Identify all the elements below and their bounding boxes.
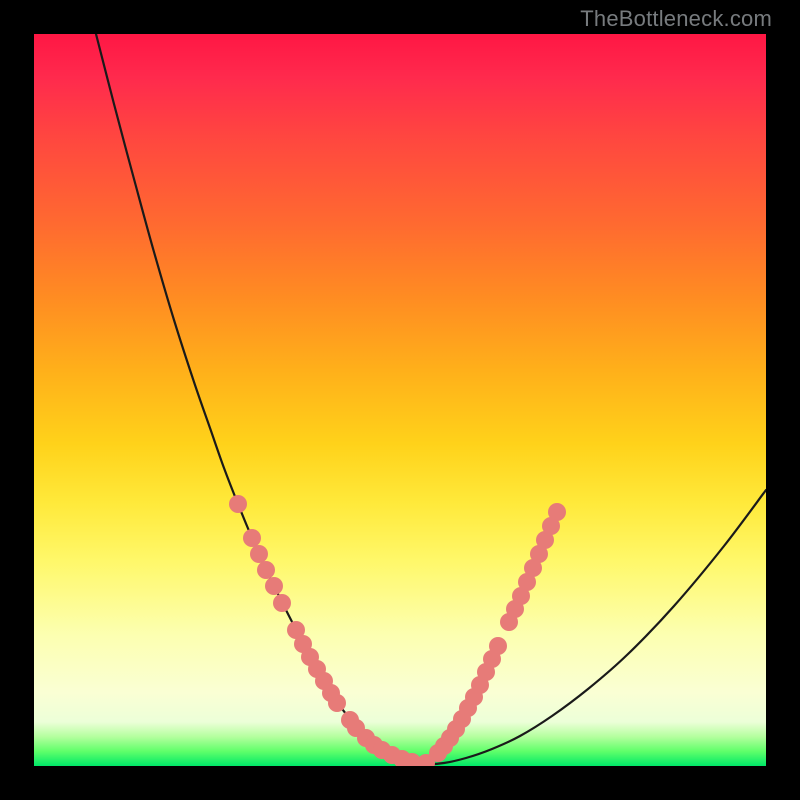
chart-svg bbox=[34, 34, 766, 766]
curve-layer bbox=[96, 34, 766, 764]
marker-dot bbox=[243, 529, 261, 547]
marker-dot bbox=[328, 694, 346, 712]
marker-layer bbox=[229, 495, 566, 766]
marker-dot bbox=[265, 577, 283, 595]
marker-dot bbox=[273, 594, 291, 612]
marker-dot bbox=[489, 637, 507, 655]
marker-dot bbox=[250, 545, 268, 563]
bottleneck-curve-path bbox=[96, 34, 766, 764]
marker-dot bbox=[229, 495, 247, 513]
marker-dot bbox=[548, 503, 566, 521]
watermark-text: TheBottleneck.com bbox=[580, 6, 772, 32]
plot-area bbox=[34, 34, 766, 766]
marker-dot bbox=[257, 561, 275, 579]
chart-frame: TheBottleneck.com bbox=[0, 0, 800, 800]
